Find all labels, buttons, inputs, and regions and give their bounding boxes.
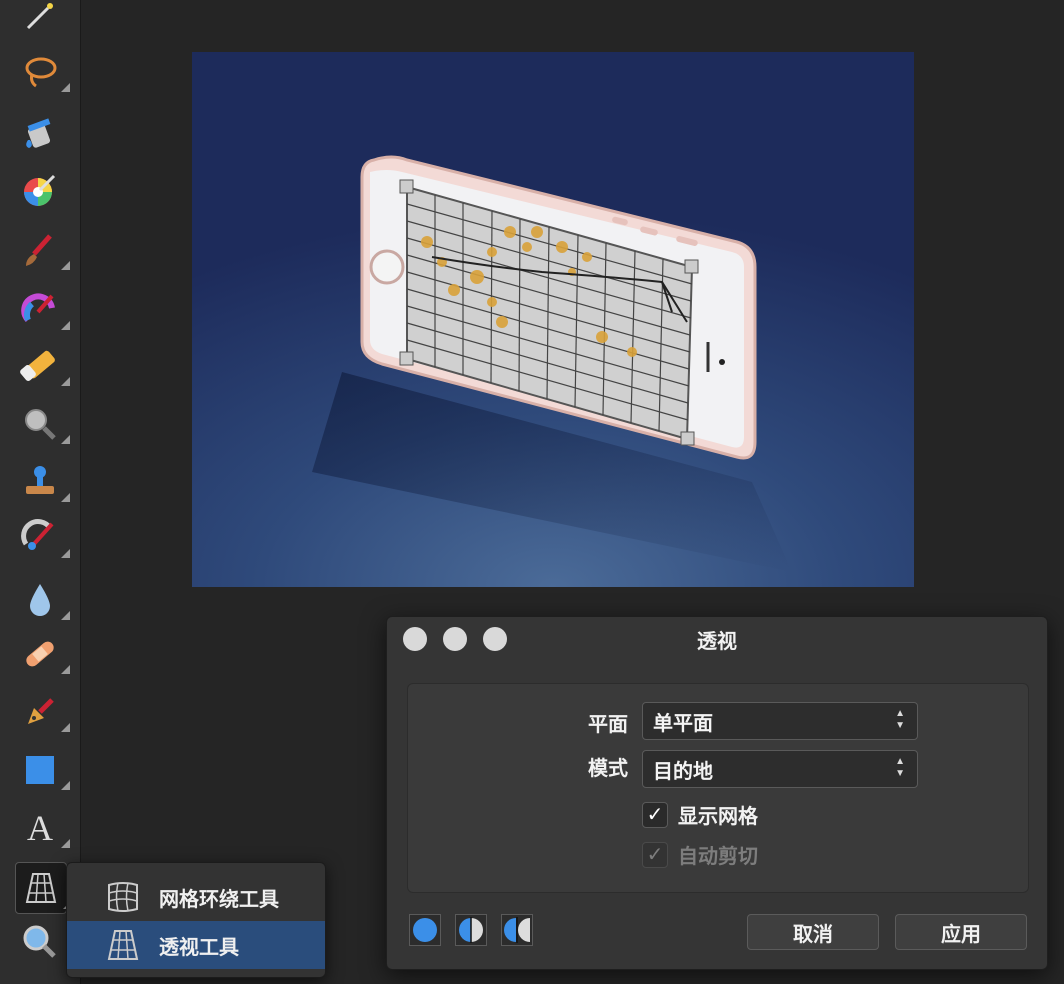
lasso-tool[interactable] xyxy=(16,48,70,96)
blur-tool[interactable] xyxy=(16,576,70,624)
text-icon: A xyxy=(27,808,53,848)
healing-bandage-icon xyxy=(26,641,54,667)
view-split-button[interactable] xyxy=(455,914,487,946)
blur-drop-icon xyxy=(30,584,50,616)
auto-crop-label: 自动剪切 xyxy=(678,846,758,868)
pen-icon xyxy=(28,698,54,724)
text-tool[interactable]: A xyxy=(16,804,70,852)
dialog-title: 透视 xyxy=(697,631,737,653)
mode-select[interactable]: 目的地 ▲ ▼ xyxy=(642,750,918,788)
split-circle-icon xyxy=(459,917,483,943)
fill-tool[interactable] xyxy=(16,108,64,156)
perspective-icon xyxy=(107,930,139,960)
color-picker-icon xyxy=(24,174,56,206)
dialog-titlebar[interactable]: 透视 xyxy=(387,617,1047,661)
rectangle-shape-icon xyxy=(26,756,54,784)
cancel-button[interactable]: 取消 xyxy=(747,914,879,950)
eraser-tool[interactable] xyxy=(16,342,70,390)
perspective-dialog: 透视 平面 单平面 ▲ ▼ 模式 目的地 ▲ ▼ ✓ 显示网格 ✓ 自动剪切 取消 … xyxy=(386,616,1048,970)
mirror-circle-icon xyxy=(504,917,530,943)
auto-crop-checkbox: ✓ xyxy=(642,841,668,868)
magnifier-icon xyxy=(23,925,56,958)
magic-wand-tool[interactable] xyxy=(16,0,64,40)
mode-label: 模式 xyxy=(588,758,628,780)
apply-button[interactable]: 应用 xyxy=(895,914,1027,950)
plane-value: 单平面 xyxy=(653,712,713,735)
document-canvas[interactable] xyxy=(192,52,914,587)
mode-value: 目的地 xyxy=(653,760,713,783)
select-arrows-icon: ▲ ▼ xyxy=(895,756,905,779)
paint-bucket-icon xyxy=(26,118,51,148)
perspective-tool[interactable] xyxy=(15,862,72,914)
show-grid-label: 显示网格 xyxy=(678,806,758,828)
plane-label: 平面 xyxy=(588,714,628,736)
clone-tool[interactable] xyxy=(16,458,70,506)
healing-tool[interactable] xyxy=(16,630,70,678)
zoom-icon xyxy=(25,409,56,440)
zoom-blur-tool[interactable] xyxy=(16,400,70,448)
color-replace-tool[interactable] xyxy=(16,286,70,334)
perspective-grid-icon xyxy=(25,873,57,903)
brush-tool[interactable] xyxy=(16,226,70,274)
shape-tool[interactable] xyxy=(16,746,70,794)
retouch-tool[interactable] xyxy=(16,514,70,562)
lasso-icon xyxy=(25,57,57,88)
dialog-options-panel: 平面 单平面 ▲ ▼ 模式 目的地 ▲ ▼ ✓ 显示网格 ✓ 自动剪切 xyxy=(407,683,1029,893)
color-replace-brush-icon xyxy=(21,293,55,323)
paint-brush-icon xyxy=(26,234,52,266)
menu-item-label: 透视工具 xyxy=(159,936,239,959)
tools-panel: A xyxy=(0,0,81,984)
magic-wand-icon xyxy=(26,3,53,30)
view-full-button[interactable] xyxy=(409,914,441,946)
view-mirror-button[interactable] xyxy=(501,914,533,946)
zoom-tool[interactable] xyxy=(16,918,64,966)
full-circle-icon xyxy=(413,918,437,942)
perspective-tools-menu: 网格环绕工具 透视工具 xyxy=(66,862,326,978)
mesh-warp-icon xyxy=(108,882,138,912)
retouch-brush-icon xyxy=(21,519,54,550)
menu-item-perspective[interactable]: 透视工具 xyxy=(67,921,325,969)
menu-item-label: 网格环绕工具 xyxy=(159,888,279,911)
clone-stamp-icon xyxy=(26,466,54,494)
auto-crop-option: ✓ 自动剪切 xyxy=(642,840,758,869)
menu-item-mesh-warp[interactable]: 网格环绕工具 xyxy=(67,873,325,921)
plane-select[interactable]: 单平面 ▲ ▼ xyxy=(642,702,918,740)
phone-image xyxy=(312,155,792,572)
select-arrows-icon: ▲ ▼ xyxy=(895,708,905,731)
pen-tool[interactable] xyxy=(16,688,70,736)
show-grid-option[interactable]: ✓ 显示网格 xyxy=(642,800,758,829)
show-grid-checkbox[interactable]: ✓ xyxy=(642,801,668,828)
eraser-icon xyxy=(20,350,55,381)
color-picker-tool[interactable] xyxy=(16,166,64,214)
